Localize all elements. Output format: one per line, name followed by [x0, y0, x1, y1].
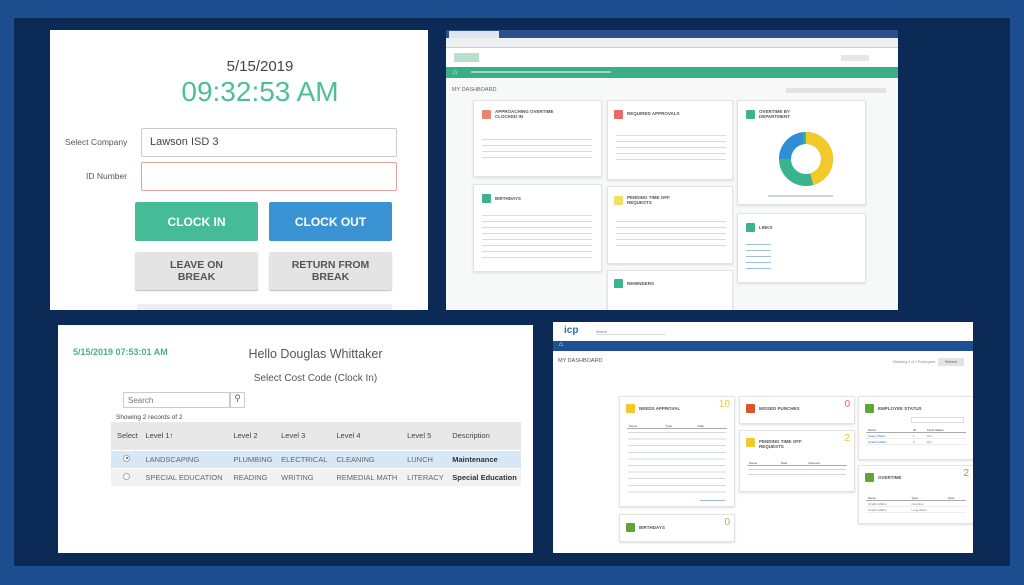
company-select[interactable]: Lawson ISD 3 — [141, 128, 397, 157]
column-header[interactable]: Select — [111, 422, 140, 450]
needs-approval-table: Name Type Date — [627, 423, 727, 429]
cost-code-panel: 5/15/2019 07:53:01 AM Hello Douglas Whit… — [58, 325, 533, 553]
nav-employee[interactable]: EMPLOYEE — [630, 354, 650, 358]
needs-approval-count: 10 — [718, 399, 730, 410]
kiosk-time: 09:32:53 AM — [181, 76, 339, 107]
calendar-icon — [746, 438, 755, 447]
table-row: Charlie Martin 2 Out — [866, 438, 966, 445]
search-icon: ⚲ — [234, 393, 241, 403]
column-header[interactable]: Level 5 — [401, 422, 447, 450]
birthdays-count: 0 — [724, 517, 730, 528]
card-overtime: OVERTIME 2 Name Type Date Charlie Martin Ov… — [858, 465, 973, 524]
nav-reports[interactable]: REPORTS — [659, 354, 676, 358]
icp-search-input[interactable] — [596, 329, 666, 335]
home-icon[interactable]: ⌂ — [453, 69, 457, 76]
kiosk-date: 5/15/2019 — [226, 58, 294, 75]
alert-icon — [746, 404, 755, 413]
card-birthdays-legacy: BIRTHDAYS — [473, 184, 602, 272]
clock-out-button[interactable]: CLOCK OUT — [269, 202, 392, 241]
card-links: LINKS — [737, 213, 866, 283]
browser-address-bar[interactable] — [446, 38, 898, 48]
records-count: Showing 2 records of 2 — [116, 414, 183, 421]
people-icon — [865, 404, 874, 413]
missed-punches-count: 0 — [844, 399, 850, 410]
matching-count: Matching 2 of 2 Employees — [893, 360, 936, 364]
card-reminders: REMINDERS — [607, 270, 733, 310]
card-required-approvals: REQUIRED APPROVALS — [607, 100, 733, 180]
select-radio[interactable] — [123, 472, 130, 480]
company-label: Select Company — [65, 137, 128, 147]
column-header[interactable]: Description — [446, 422, 521, 450]
employee-status-search[interactable] — [911, 417, 964, 423]
select-radio[interactable] — [123, 454, 130, 462]
employee-status-table: Name ID Clock Status Casey Martin 1 Out Char… — [866, 427, 966, 445]
overtime-table: Name Type Date Charlie Martin Overtime Char… — [866, 495, 966, 513]
approval-icon — [614, 110, 623, 119]
id-label: ID Number — [86, 171, 128, 181]
kiosk-panel: 5/15/2019 09:32:53 AM Select Company Law… — [50, 30, 428, 310]
icp-dashboard-panel: icp ⌂ HOURSSCHEDULESEMPLOYEEREPORTSTOOLS… — [553, 322, 973, 553]
greeting: Hello Douglas Whittaker — [248, 347, 383, 361]
overtime-icon — [865, 473, 874, 482]
logo — [454, 53, 479, 62]
reminder-icon — [614, 279, 623, 288]
approval-icon — [626, 404, 635, 413]
card-missed-punches: MISSED PUNCHES 0 — [739, 396, 855, 424]
overtime-count: 2 — [963, 468, 969, 479]
column-header[interactable]: Level 1↑ — [139, 422, 228, 450]
needs-approval-rows — [628, 432, 726, 494]
table-row[interactable]: LANDSCAPING PLUMBING ELECTRICAL CLEANING… — [111, 449, 521, 468]
header-button[interactable] — [841, 55, 869, 61]
calendar-icon — [614, 196, 623, 205]
cake-icon — [482, 194, 491, 203]
cost-code-table: Select Level 1↑ Level 2 Level 3 Level 4 … — [111, 422, 521, 486]
return-from-break-button[interactable]: RETURN FROM BREAK — [269, 252, 392, 290]
column-header[interactable]: Level 3 — [275, 422, 331, 450]
legacy-title: MY DASHBOARD — [452, 87, 497, 93]
card-approaching-overtime: APPROACHING OVERTIME CLOCKED IN — [473, 100, 602, 177]
cost-code-datetime: 5/15/2019 07:53:01 AM — [73, 347, 168, 357]
toolbar-buttons[interactable] — [786, 88, 886, 93]
cost-code-search-input[interactable] — [123, 392, 230, 408]
nav-tools[interactable]: TOOLS — [686, 354, 698, 358]
view-all-link[interactable] — [700, 500, 725, 501]
card-pending-time-off-legacy: PENDING TIME OFF REQUESTS — [607, 186, 733, 264]
pending-table: Name Date Request — [747, 460, 847, 466]
table-row[interactable]: SPECIAL EDUCATION READING WRITING REMEDI… — [111, 467, 521, 486]
icp-logo: icp — [564, 325, 579, 336]
clock-in-button[interactable]: CLOCK IN — [135, 202, 258, 241]
table-row: Charlie Martin Long Week — [866, 506, 966, 513]
app-header — [446, 48, 898, 67]
id-number-input[interactable] — [141, 162, 397, 191]
browser-titlebar — [446, 30, 898, 38]
card-employee-status: EMPLOYEE STATUS Name ID Clock Status Casey… — [858, 396, 973, 460]
card-overtime-by-department: OVERTIME BY DEPARTMENT — [737, 100, 866, 205]
donut-legend — [768, 195, 833, 197]
card-pending-time-off: PENDING TIME OFF REQUESTS 2 Name Date Requ… — [739, 430, 855, 492]
link-icon — [746, 223, 755, 232]
icp-nav-bar: ⌂ HOURS SCHEDULES EMPLOYEE REPORTS TOOLS CONF… — [553, 341, 973, 358]
clock-icon — [482, 110, 491, 119]
card-needs-approval: NEEDS APPROVAL 10 Name Type Date — [619, 396, 735, 507]
search-button[interactable]: ⚲ — [230, 392, 245, 408]
nav-company[interactable]: COMPANY — [746, 354, 764, 358]
legacy-dashboard-panel: ⌂ MY DASHBOARD APPROACHING OVERTIME CLOC… — [446, 30, 898, 310]
cost-code-subtitle: Select Cost Code (Clock In) — [253, 373, 378, 384]
leave-on-break-button[interactable]: LEAVE ON BREAK — [135, 252, 258, 290]
overtime-donut-chart — [779, 132, 833, 186]
column-header[interactable]: Level 4 — [330, 422, 402, 450]
icp-title: MY DASHBOARD — [558, 358, 603, 364]
more-button[interactable] — [137, 304, 392, 310]
home-icon[interactable]: ⌂ — [559, 341, 563, 348]
green-nav-bar: ⌂ — [446, 67, 898, 78]
refresh-button[interactable]: Refresh — [938, 358, 964, 366]
chart-icon — [746, 110, 755, 119]
pending-count: 2 — [844, 433, 850, 444]
card-birthdays: BIRTHDAYS 0 — [619, 514, 735, 542]
column-header[interactable]: Level 2 — [227, 422, 276, 450]
cake-icon — [626, 523, 635, 532]
nav-configuration[interactable]: CONFIGURATION — [707, 354, 737, 358]
